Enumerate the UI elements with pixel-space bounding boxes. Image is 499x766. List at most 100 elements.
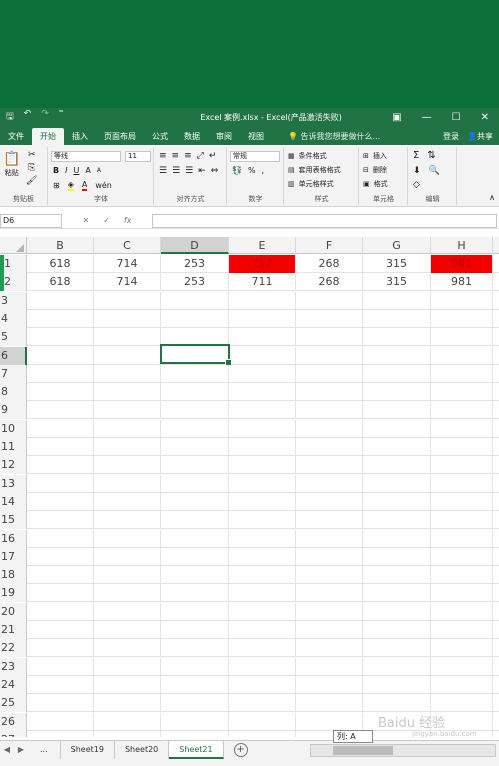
table-cell[interactable] <box>296 328 363 347</box>
format-as-table-button[interactable]: ▤ 套用表格格式 <box>288 165 341 175</box>
currency-icon[interactable]: 💱 <box>232 166 242 175</box>
table-cell[interactable] <box>296 675 363 694</box>
table-cell[interactable] <box>296 621 363 639</box>
minimize-icon[interactable]: — <box>422 112 432 123</box>
table-cell[interactable] <box>94 492 161 511</box>
table-cell[interactable] <box>229 639 296 658</box>
table-cell[interactable] <box>431 383 493 402</box>
table-cell[interactable] <box>431 511 493 530</box>
tab-formulas[interactable]: 公式 <box>144 128 176 145</box>
table-cell[interactable] <box>229 309 296 328</box>
table-cell[interactable] <box>94 511 161 530</box>
table-cell[interactable] <box>296 492 363 511</box>
table-cell[interactable] <box>229 328 296 347</box>
table-cell[interactable] <box>431 474 493 493</box>
insert-function-icon[interactable]: fx <box>124 216 132 225</box>
table-cell[interactable] <box>27 730 94 737</box>
border-icon[interactable]: ⊞ <box>53 181 60 190</box>
table-cell[interactable] <box>296 529 363 548</box>
table-cell[interactable] <box>431 401 493 420</box>
table-cell[interactable] <box>161 511 229 530</box>
table-cell[interactable] <box>161 694 229 713</box>
table-cell[interactable] <box>363 419 431 438</box>
ribbon-display-icon[interactable]: ▣ <box>392 112 401 123</box>
cancel-icon[interactable]: ✕ <box>83 216 90 225</box>
conditional-format-button[interactable]: ▦ 条件格式 <box>288 151 327 161</box>
table-cell[interactable] <box>363 456 431 475</box>
indent-icon[interactable]: ⇤ <box>198 166 206 176</box>
table-cell[interactable] <box>27 474 94 493</box>
format-painter-icon[interactable]: 🖌 <box>26 176 37 186</box>
cut-icon[interactable]: ✂ <box>28 150 36 160</box>
table-cell[interactable] <box>431 291 493 310</box>
scrollbar-thumb[interactable] <box>333 746 393 755</box>
next-sheet-icon[interactable]: ▶ <box>14 741 28 759</box>
table-cell[interactable] <box>161 291 229 310</box>
table-cell[interactable] <box>431 602 493 621</box>
paste-button[interactable]: 📋 粘贴 <box>3 151 20 178</box>
bold-button[interactable]: B <box>53 166 59 175</box>
formula-input[interactable] <box>152 213 497 228</box>
table-cell[interactable] <box>229 438 296 456</box>
table-cell[interactable] <box>363 602 431 621</box>
table-cell[interactable] <box>363 639 431 658</box>
align-left-icon[interactable]: ☰ <box>159 166 167 176</box>
table-cell[interactable] <box>431 566 493 585</box>
table-cell[interactable] <box>161 602 229 621</box>
table-cell[interactable] <box>94 474 161 493</box>
row-header[interactable]: 18 <box>0 566 27 585</box>
column-header-d[interactable]: D <box>161 237 229 254</box>
table-cell[interactable]: 618 <box>27 255 94 273</box>
collapse-ribbon-icon[interactable]: ∧ <box>489 193 495 202</box>
table-cell[interactable] <box>94 456 161 475</box>
table-cell[interactable] <box>161 639 229 658</box>
autosum-button[interactable]: Σ <box>413 150 419 161</box>
table-cell[interactable]: 268 <box>296 273 363 292</box>
column-header-g[interactable]: G <box>363 237 431 254</box>
table-cell[interactable] <box>363 529 431 548</box>
table-cell[interactable] <box>229 474 296 493</box>
table-cell[interactable] <box>27 529 94 548</box>
redo-icon[interactable]: ↷ <box>41 109 49 125</box>
table-cell[interactable] <box>94 364 161 383</box>
table-cell[interactable] <box>94 712 161 731</box>
table-cell[interactable] <box>94 657 161 676</box>
table-cell[interactable] <box>229 291 296 310</box>
table-cell[interactable] <box>161 364 229 383</box>
table-cell[interactable] <box>296 584 363 603</box>
table-cell[interactable] <box>296 602 363 621</box>
table-cell[interactable] <box>229 511 296 530</box>
row-header[interactable]: 6 <box>0 346 27 365</box>
align-center-icon[interactable]: ☰ <box>172 166 180 176</box>
table-cell[interactable]: 315 <box>363 273 431 292</box>
row-header[interactable]: 20 <box>0 602 27 621</box>
table-cell[interactable] <box>27 657 94 676</box>
row-header[interactable]: 9 <box>0 401 27 420</box>
italic-button[interactable]: I <box>65 166 67 175</box>
table-cell[interactable] <box>27 346 94 365</box>
row-header[interactable]: 22 <box>0 639 27 658</box>
table-cell[interactable] <box>94 602 161 621</box>
table-cell[interactable] <box>431 621 493 639</box>
fill-color-icon[interactable]: ◈ <box>67 180 74 191</box>
table-cell[interactable] <box>27 547 94 566</box>
table-cell[interactable] <box>363 291 431 310</box>
table-cell[interactable]: 714 <box>94 255 161 273</box>
table-cell[interactable] <box>94 529 161 548</box>
table-cell[interactable] <box>431 364 493 383</box>
row-header[interactable]: 11 <box>0 438 27 456</box>
row-header[interactable]: 1 <box>0 255 27 273</box>
tab-file[interactable]: 文件 <box>0 128 32 145</box>
table-cell[interactable] <box>94 328 161 347</box>
table-cell[interactable] <box>94 438 161 456</box>
table-cell[interactable] <box>363 621 431 639</box>
table-cell[interactable] <box>94 291 161 310</box>
table-cell[interactable] <box>431 419 493 438</box>
enter-icon[interactable]: ✓ <box>103 216 110 225</box>
align-top-icon[interactable]: ≡ <box>159 151 167 161</box>
table-cell[interactable]: 981 <box>431 273 493 292</box>
table-cell[interactable] <box>431 657 493 676</box>
column-header-c[interactable]: C <box>94 237 161 254</box>
table-cell[interactable] <box>363 346 431 365</box>
table-cell[interactable] <box>363 547 431 566</box>
